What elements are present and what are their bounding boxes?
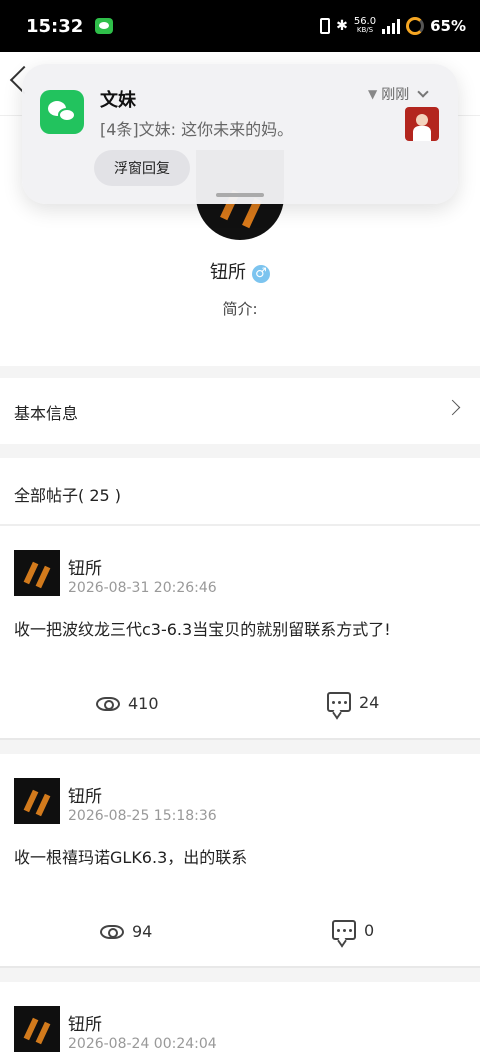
pin-icon: ▼	[368, 87, 378, 101]
post-text: 收一把波纹龙三代c3-6.3当宝贝的就别留联系方式了!	[14, 620, 391, 639]
post-avatar[interactable]	[14, 550, 60, 596]
male-gender-icon: ♂	[252, 265, 270, 283]
float-reply-button[interactable]: 浮窗回复	[94, 150, 190, 186]
comments-count: 0	[364, 920, 375, 940]
views-count: 410	[128, 694, 159, 713]
comment-icon	[327, 692, 351, 712]
battery-percent: 65%	[430, 17, 466, 35]
post-author: 钮所	[68, 1015, 102, 1035]
notification-title: 文妹	[100, 90, 136, 111]
all-posts-row: 全部帖子( 25 )	[0, 458, 480, 524]
drag-handle[interactable]	[216, 193, 264, 197]
views-count: 94	[132, 922, 153, 941]
eye-icon	[100, 924, 124, 939]
post-time: 2026-08-25 15:18:36	[68, 808, 217, 824]
network-speed-unit: KB/S	[356, 26, 374, 34]
profile-intro: 简介:	[222, 300, 258, 318]
post-avatar[interactable]	[14, 1006, 60, 1052]
eye-icon	[96, 696, 120, 711]
status-time: 15:32	[26, 15, 84, 37]
status-icons: ✱ 56.0 KB/S 65%	[320, 17, 466, 35]
chevron-right-icon	[444, 399, 461, 416]
post-views: 410	[96, 694, 159, 713]
post-comments[interactable]: 0	[332, 920, 374, 940]
post-time: 2026-08-31 20:26:46	[68, 580, 217, 596]
post-item[interactable]: 钮所 2026-08-24 00:24:04	[0, 982, 480, 1056]
section-gap	[0, 444, 480, 458]
comment-icon	[332, 920, 356, 940]
bluetooth-icon: ✱	[336, 18, 348, 34]
post-item[interactable]: 钮所 2026-08-31 20:26:46 收一把波纹龙三代c3-6.3当宝贝…	[0, 526, 480, 738]
post-views: 94	[100, 922, 152, 941]
notification-meta[interactable]: ▼ 刚刚	[368, 84, 429, 104]
notification-time: 刚刚	[381, 87, 410, 103]
all-posts-label: 全部帖子( 25 )	[14, 486, 122, 505]
post-time: 2026-08-24 00:24:04	[68, 1036, 217, 1052]
wechat-icon	[40, 90, 84, 134]
section-gap	[0, 366, 480, 378]
profile-name-row: 钮所 ♂	[0, 258, 480, 284]
post-author: 钮所	[68, 559, 102, 579]
post-avatar[interactable]	[14, 778, 60, 824]
network-speed-value: 56.0	[353, 16, 377, 27]
basic-info-label: 基本信息	[14, 404, 79, 423]
post-comments[interactable]: 24	[327, 692, 379, 712]
comments-count: 24	[359, 692, 380, 712]
basic-info-row[interactable]: 基本信息	[0, 378, 480, 444]
network-speed: 56.0 KB/S	[354, 17, 376, 35]
chevron-down-icon[interactable]	[417, 86, 429, 98]
notification-message: [4条]文妹: 这你未来的妈。	[100, 120, 294, 139]
sender-avatar	[405, 107, 439, 141]
wechat-notification-icon	[95, 18, 114, 34]
signal-icon	[382, 18, 401, 34]
profile-name: 钮所	[210, 262, 246, 283]
wechat-notification[interactable]: 文妹 [4条]文妹: 这你未来的妈。 ▼ 刚刚 浮窗回复	[22, 64, 458, 204]
post-text: 收一根禧玛诺GLK6.3，出的联系	[14, 848, 248, 867]
post-author: 钮所	[68, 787, 102, 807]
battery-icon	[406, 17, 425, 35]
post-item[interactable]: 钮所 2026-08-25 15:18:36 收一根禧玛诺GLK6.3，出的联系…	[0, 754, 480, 966]
vibrate-icon	[320, 18, 331, 34]
status-bar: 15:32 ✱ 56.0 KB/S 65%	[0, 0, 480, 52]
